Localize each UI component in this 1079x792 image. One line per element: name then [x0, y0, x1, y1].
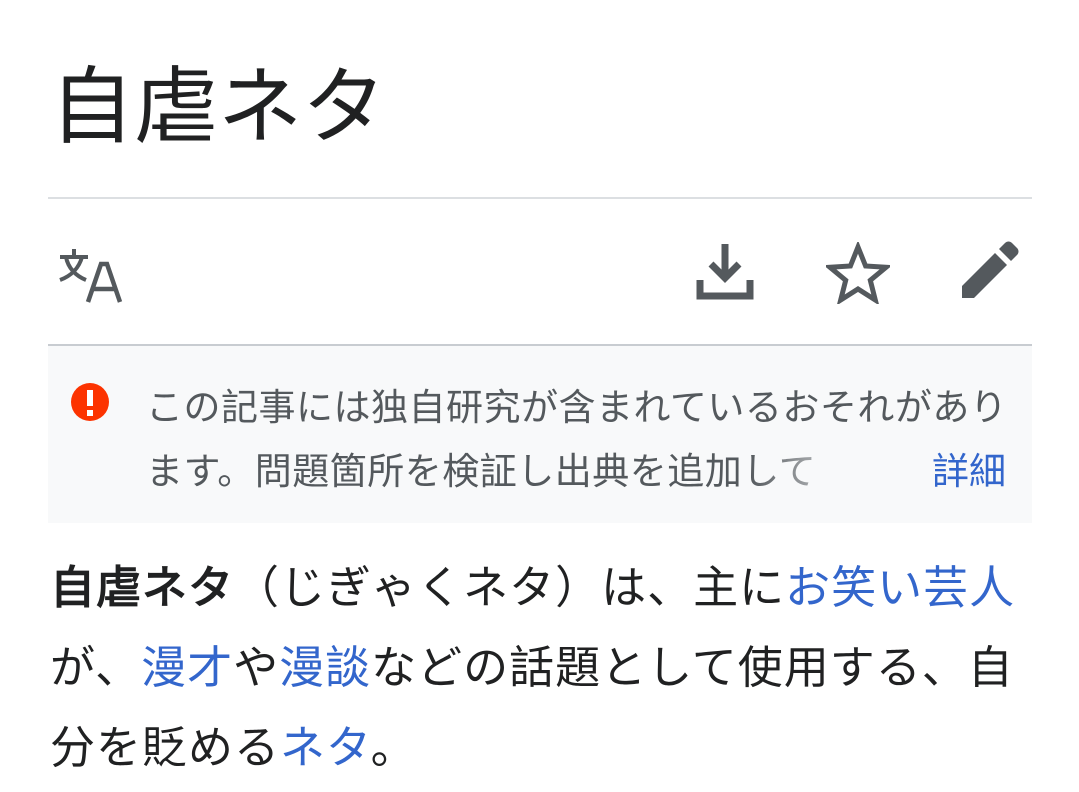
manzai-link[interactable]: 漫才 [141, 641, 233, 694]
language-icon[interactable] [56, 244, 124, 304]
exclamation-icon [71, 383, 109, 421]
lead-text-end: 。 [370, 721, 417, 774]
lead-text-ya: や [233, 641, 280, 694]
star-icon[interactable] [826, 242, 890, 304]
page-title: 自虐ネタ [50, 58, 387, 156]
pencil-icon[interactable] [958, 240, 1020, 302]
download-icon[interactable] [694, 240, 756, 302]
neta-link[interactable]: ネタ [280, 721, 371, 774]
title-divider [48, 197, 1032, 199]
lead-reading: （じぎゃくネタ）は、主に [234, 561, 786, 614]
lead-term: 自虐ネタ [50, 561, 235, 614]
lead-paragraph: 自虐ネタ（じぎゃくネタ）は、主にお笑い芸人が、漫才や漫談などの話題として使用する… [50, 548, 1020, 788]
notice-details-link[interactable]: 詳細 [922, 440, 1006, 504]
mandan-link[interactable]: 漫談 [279, 641, 371, 694]
original-research-notice: この記事には独自研究が含まれているおそれがあります。問題箇所を検証し出典を追加し… [48, 344, 1032, 523]
lead-text-ga: が、 [50, 641, 142, 694]
owarai-geinin-link[interactable]: お笑い芸人 [785, 561, 1015, 614]
notice-fade [748, 440, 898, 504]
